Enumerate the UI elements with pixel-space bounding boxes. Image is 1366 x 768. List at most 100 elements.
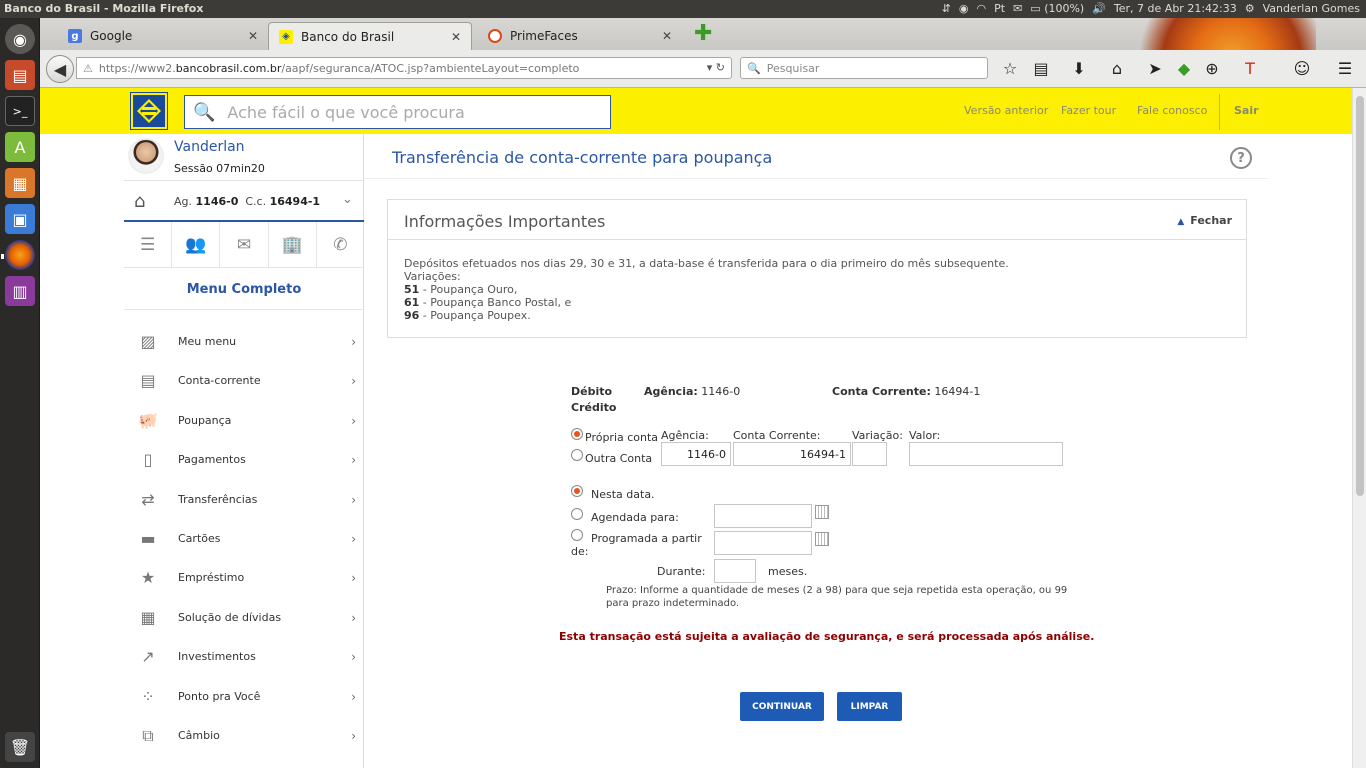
programmed-date-field[interactable]	[714, 531, 812, 555]
tab-primefaces[interactable]: PrimeFaces ✕	[478, 22, 682, 50]
browser-search-bar[interactable]: 🔍 Pesquisar	[740, 57, 988, 79]
credit-account-field[interactable]: 16494-1	[733, 442, 851, 466]
close-info-button[interactable]: ▲ Fechar	[1177, 214, 1232, 227]
close-tab-icon[interactable]: ✕	[662, 29, 672, 43]
web-extension-icon[interactable]: ⊕	[1202, 58, 1222, 78]
envelope-icon[interactable]: ✉	[220, 222, 269, 267]
close-tab-icon[interactable]: ✕	[451, 30, 461, 44]
mail-icon[interactable]: ✉	[1013, 2, 1022, 15]
sidebar-item-transferencias[interactable]: ⇄ Transferências ›	[124, 480, 364, 519]
full-menu-heading[interactable]: Menu Completo	[124, 282, 364, 297]
menu-hamburger-icon[interactable]: ☰	[124, 222, 173, 267]
keyboard-icon[interactable]: Pt	[994, 2, 1005, 15]
other-account-radio[interactable]	[571, 449, 583, 461]
home-icon[interactable]: ⌂	[134, 191, 154, 212]
sidebar-item-cartoes[interactable]: ▬ Cartões ›	[124, 519, 364, 558]
bb-search-input[interactable]: 🔍 Ache fácil o que você procura	[184, 95, 611, 129]
sidebar-item-meu-menu[interactable]: ▨ Meu menu ›	[124, 322, 364, 361]
clock[interactable]: Ter, 7 de Abr 21:42:33	[1114, 2, 1237, 15]
url-dropdown-reload-icons[interactable]: ▾ ↻	[707, 61, 725, 74]
sidebar-item-ponto-pra-voce[interactable]: ⁘ Ponto pra Você ›	[124, 677, 364, 716]
wifi-icon[interactable]: ◠	[977, 2, 987, 15]
variation-field[interactable]	[852, 442, 887, 466]
sidebar-item-poupanca[interactable]: 🐖 Poupança ›	[124, 401, 364, 440]
home-icon[interactable]: ⌂	[1107, 58, 1127, 78]
sidebar-item-label: Ponto pra Você	[178, 690, 261, 703]
calendar-icon[interactable]	[815, 532, 829, 546]
banco-do-brasil-logo[interactable]	[130, 92, 168, 130]
sidebar-item-investimentos[interactable]: ↗ Investimentos ›	[124, 637, 364, 676]
help-icon[interactable]: ?	[1230, 147, 1252, 169]
battery-icon[interactable]: ▭ (100%)	[1030, 2, 1084, 15]
credit-agency-field[interactable]: 1146-0	[661, 442, 731, 466]
back-button[interactable]: ◀	[46, 55, 74, 83]
dash-home-icon[interactable]: ◉	[5, 24, 35, 54]
tab-banco-do-brasil[interactable]: ◈ Banco do Brasil ✕	[268, 22, 472, 50]
calendar-icon[interactable]	[815, 505, 829, 519]
site-info-icon[interactable]: ⚠	[83, 62, 93, 75]
today-label[interactable]: Nesta data.	[591, 488, 655, 501]
android-studio-icon[interactable]: A	[5, 132, 35, 162]
scheduled-radio[interactable]	[571, 508, 583, 520]
firefox-icon[interactable]	[5, 240, 35, 270]
own-account-label[interactable]: Própria conta	[585, 431, 658, 444]
other-account-label[interactable]: Outra Conta	[585, 452, 652, 465]
people-icon[interactable]: 👥	[172, 222, 221, 267]
files-icon[interactable]: ▤	[5, 60, 35, 90]
chevron-right-icon: ›	[351, 531, 356, 546]
url-host: bancobrasil.com.br	[175, 61, 282, 75]
continue-button[interactable]: CONTINUAR	[740, 692, 824, 721]
page-scrollbar[interactable]	[1352, 88, 1366, 768]
contact-us-link[interactable]: Fale conosco	[1137, 104, 1207, 117]
sidebar-item-emprestimo[interactable]: ★ Empréstimo ›	[124, 558, 364, 597]
programmed-label[interactable]: Programada a partir	[591, 532, 702, 545]
own-account-radio[interactable]	[571, 428, 583, 440]
sidebar-item-solucao-de-dividas[interactable]: ▦ Solução de dívidas ›	[124, 598, 364, 637]
amount-label: Valor:	[909, 429, 941, 442]
trash-icon[interactable]: 🗑	[5, 732, 35, 762]
terminal-icon[interactable]: >_	[5, 96, 35, 126]
new-tab-icon[interactable]: ✚	[694, 23, 714, 45]
dropbox-icon[interactable]: ⇵	[942, 2, 951, 15]
presentation-icon[interactable]: ▦	[5, 168, 35, 198]
tab-label: Banco do Brasil	[301, 29, 395, 44]
hamburger-menu-icon[interactable]: ☰	[1335, 58, 1355, 78]
scheduled-label[interactable]: Agendada para:	[591, 511, 679, 524]
sidebar-user-name[interactable]: Vanderlan	[174, 139, 245, 155]
bookmark-star-icon[interactable]: ☆	[1000, 58, 1020, 78]
tab-google[interactable]: g Google ✕	[58, 22, 268, 50]
translate-extension-icon[interactable]: T	[1240, 58, 1260, 78]
scrollbar-thumb[interactable]	[1356, 96, 1364, 496]
duration-months-field[interactable]	[714, 559, 756, 583]
chrome-tray-icon[interactable]: ◉	[959, 2, 969, 15]
programmed-radio[interactable]	[571, 529, 583, 541]
phone-icon[interactable]: ✆	[317, 222, 364, 267]
bookmarks-list-icon[interactable]: ▤	[1031, 58, 1051, 78]
today-radio[interactable]	[571, 485, 583, 497]
volume-icon[interactable]: 🔊	[1092, 2, 1106, 15]
close-tab-icon[interactable]: ✕	[248, 29, 258, 43]
send-icon[interactable]: ➤	[1145, 58, 1165, 78]
chevron-down-icon[interactable]: ⌄	[342, 192, 353, 207]
amount-field[interactable]	[909, 442, 1063, 466]
settings-gear-icon[interactable]: ⚙	[1245, 2, 1255, 15]
sidebar-item-conta-corrente[interactable]: ▤ Conta-corrente ›	[124, 361, 364, 400]
building-icon[interactable]: 🏢	[269, 222, 317, 267]
downloads-icon[interactable]: ⬇	[1069, 58, 1089, 78]
take-tour-link[interactable]: Fazer tour	[1061, 104, 1116, 117]
virtualbox-icon[interactable]: ▣	[5, 204, 35, 234]
account-selector[interactable]: ⌂ Ag. 1146-0 C.c. 16494-1 ⌄	[124, 180, 364, 222]
smiley-extension-icon[interactable]: ☺	[1292, 58, 1312, 78]
info-panel-title: Informações Importantes	[404, 212, 606, 231]
user-name[interactable]: Vanderlan Gomes	[1263, 2, 1360, 15]
sidebar-item-cambio[interactable]: ⧉ Câmbio ›	[124, 716, 364, 755]
avatar[interactable]	[128, 138, 164, 174]
clear-button[interactable]: LIMPAR	[837, 692, 902, 721]
previous-version-link[interactable]: Versão anterior	[964, 104, 1048, 117]
workspace-switcher-icon[interactable]: ▥	[5, 276, 35, 306]
url-bar[interactable]: ⚠ https://www2. bancobrasil.com.br/aapf/s…	[76, 57, 732, 79]
logout-link[interactable]: Sair	[1234, 104, 1259, 117]
scheduled-date-field[interactable]	[714, 504, 812, 528]
sidebar-item-pagamentos[interactable]: ▯ Pagamentos ›	[124, 440, 364, 479]
color-extension-icon[interactable]: ◆	[1174, 58, 1194, 78]
